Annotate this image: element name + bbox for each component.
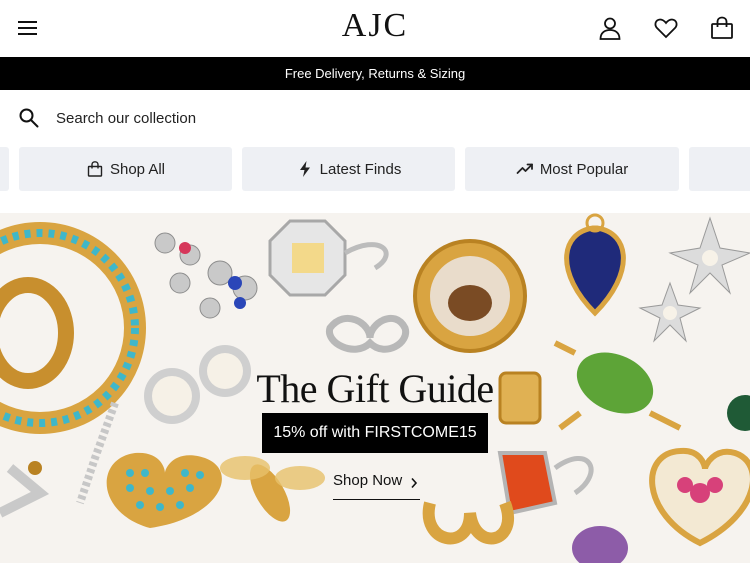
category-latest-finds[interactable]: Latest Finds [242,147,455,191]
trending-icon [516,163,533,174]
hero-title: The Gift Guide [256,366,494,411]
shop-now-label: Shop Now [333,472,403,489]
category-most-popular[interactable]: Most Popular [465,147,679,191]
chevron-right-icon [411,477,418,489]
bag-icon [87,161,103,177]
hero-banner[interactable]: The Gift Guide 15% off with FIRSTCOME15 … [0,213,750,563]
account-icon[interactable] [597,15,623,41]
category-label: Latest Finds [319,160,402,178]
category-shop-all[interactable]: Shop All [19,147,232,191]
shop-now-link[interactable]: Shop Now [333,472,421,500]
category-chip-partial-left[interactable] [0,147,9,191]
category-carousel: Shop All Latest Finds Most Popular [0,147,750,191]
promo-code-banner: 15% off with FIRSTCOME15 [262,413,488,453]
brand-logo[interactable]: AJC [0,7,750,45]
bag-icon[interactable] [709,15,735,41]
promo-bar[interactable]: Free Delivery, Returns & Sizing [0,57,750,90]
search-input[interactable] [56,104,656,132]
search-bar [0,90,750,146]
search-icon[interactable] [18,107,40,129]
category-label: Shop All [109,160,166,178]
wishlist-icon[interactable] [653,15,679,41]
category-label: Most Popular [539,160,629,178]
site-header: AJC [0,0,750,57]
category-chip-partial-right[interactable] [689,147,750,191]
lightning-icon [299,161,310,177]
